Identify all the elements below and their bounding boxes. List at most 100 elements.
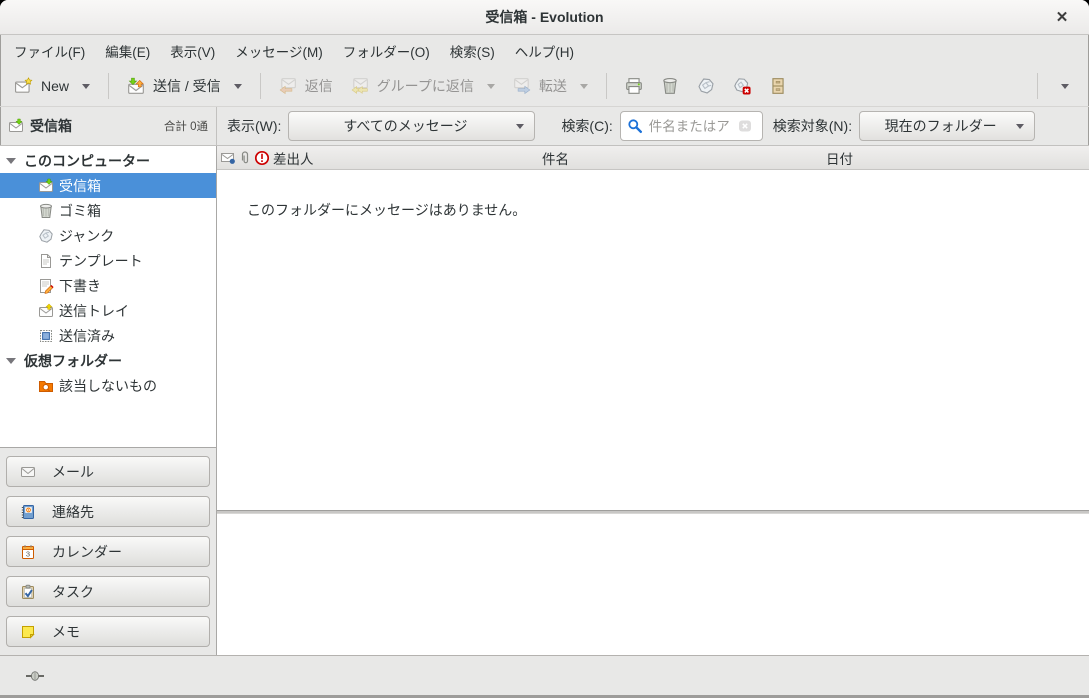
show-filter-value: すべてのメッセージ bbox=[299, 116, 511, 136]
trash-icon bbox=[38, 203, 54, 219]
sidebar-item-unmatched[interactable]: 該当しないもの bbox=[0, 373, 216, 398]
send-receive-dropdown-arrow-icon[interactable] bbox=[234, 84, 242, 89]
sidebar-item-label: テンプレート bbox=[59, 251, 143, 271]
delete-button[interactable] bbox=[652, 72, 688, 100]
toolbar-separator bbox=[108, 73, 109, 99]
forward-dropdown-arrow-icon[interactable] bbox=[580, 84, 588, 89]
toolbar-overflow-button[interactable] bbox=[1047, 79, 1083, 94]
new-message-button[interactable]: New bbox=[6, 72, 99, 100]
menu-file[interactable]: ファイル(F) bbox=[4, 36, 95, 66]
show-filter-arrow-icon bbox=[516, 124, 524, 129]
window-title: 受信箱 - Evolution bbox=[485, 7, 603, 27]
send-receive-button[interactable]: 送信 / 受信 bbox=[118, 71, 251, 101]
junk-icon bbox=[38, 228, 54, 244]
junk-button[interactable] bbox=[688, 72, 724, 100]
sidebar-item-junk[interactable]: ジャンク bbox=[0, 223, 216, 248]
search-box bbox=[620, 111, 763, 141]
menu-edit[interactable]: 編集(E) bbox=[95, 36, 160, 66]
reply-group-label: グループに返信 bbox=[377, 76, 474, 96]
search-scope-value: 現在のフォルダー bbox=[870, 116, 1011, 136]
switcher-tasks-button[interactable]: タスク bbox=[6, 576, 210, 607]
search-scope-label: 検索対象(N): bbox=[773, 116, 852, 136]
filter-controls: 表示(W): すべてのメッセージ 検索(C): 検索対象(N): 現在のフォルダ… bbox=[217, 107, 1089, 145]
reply-group-button[interactable]: グループに返信 bbox=[342, 71, 504, 101]
close-button[interactable]: ✕ bbox=[1051, 7, 1073, 29]
print-icon bbox=[625, 77, 643, 95]
reply-button[interactable]: 返信 bbox=[270, 71, 342, 101]
switcher-mail-button[interactable]: メール bbox=[6, 456, 210, 487]
component-switcher: メール 連絡先 3 カレンダー bbox=[0, 448, 216, 655]
forward-label: 転送 bbox=[539, 76, 567, 96]
menu-folder[interactable]: フォルダー(O) bbox=[333, 36, 440, 66]
switcher-label: タスク bbox=[52, 582, 94, 602]
sidebar: このコンピューター 受信箱 ゴミ箱 bbox=[0, 146, 217, 655]
expander-icon[interactable] bbox=[6, 358, 16, 364]
not-junk-button[interactable] bbox=[724, 72, 760, 100]
new-dropdown-arrow-icon[interactable] bbox=[82, 84, 90, 89]
message-list[interactable]: このフォルダーにメッセージはありません。 bbox=[217, 170, 1089, 510]
search-scope-dropdown[interactable]: 現在のフォルダー bbox=[859, 111, 1035, 141]
switcher-memos-button[interactable]: メモ bbox=[6, 616, 210, 647]
current-folder-header: 受信箱 合計 0通 bbox=[0, 107, 217, 145]
sidebar-item-drafts[interactable]: 下書き bbox=[0, 273, 216, 298]
reply-label: 返信 bbox=[305, 76, 333, 96]
tasks-icon bbox=[20, 584, 36, 600]
forward-button[interactable]: 転送 bbox=[504, 71, 597, 101]
titlebar: 受信箱 - Evolution ✕ bbox=[0, 0, 1089, 35]
sidebar-item-trash[interactable]: ゴミ箱 bbox=[0, 198, 216, 223]
online-status-icon[interactable] bbox=[22, 667, 48, 685]
expander-icon[interactable] bbox=[6, 158, 16, 164]
search-folder-icon bbox=[38, 378, 54, 394]
print-button[interactable] bbox=[616, 72, 652, 100]
menu-help[interactable]: ヘルプ(H) bbox=[505, 36, 584, 66]
archive-button[interactable] bbox=[760, 72, 796, 100]
folder-bar: 受信箱 合計 0通 表示(W): すべてのメッセージ 検索(C): 検索対象(N… bbox=[0, 107, 1089, 146]
sidebar-item-sent[interactable]: 送信済み bbox=[0, 323, 216, 348]
sidebar-item-label: 送信トレイ bbox=[59, 301, 129, 321]
empty-folder-message: このフォルダーにメッセージはありません。 bbox=[247, 200, 526, 220]
calendar-icon: 3 bbox=[20, 544, 36, 560]
menu-view[interactable]: 表示(V) bbox=[160, 36, 225, 66]
message-pane: 差出人 件名 日付 このフォルダーにメッセージはありません。 bbox=[217, 146, 1089, 655]
not-junk-icon bbox=[733, 77, 751, 95]
svg-text:3: 3 bbox=[26, 549, 30, 558]
attachment-icon bbox=[237, 150, 253, 166]
preview-pane[interactable] bbox=[217, 514, 1089, 655]
tree-group-search-folders[interactable]: 仮想フォルダー bbox=[0, 348, 216, 373]
sidebar-item-inbox[interactable]: 受信箱 bbox=[0, 173, 216, 198]
switcher-contacts-button[interactable]: 連絡先 bbox=[6, 496, 210, 527]
sent-icon bbox=[38, 328, 54, 344]
show-filter-dropdown[interactable]: すべてのメッセージ bbox=[288, 111, 535, 141]
switcher-calendar-button[interactable]: 3 カレンダー bbox=[6, 536, 210, 567]
overflow-arrow-icon bbox=[1061, 84, 1069, 89]
main-toolbar: New 送信 / 受信 返信 グループに返信 bbox=[0, 66, 1089, 107]
attachment-column-icon[interactable] bbox=[237, 146, 253, 170]
sidebar-item-outbox[interactable]: 送信トレイ bbox=[0, 298, 216, 323]
menu-bar: ファイル(F) 編集(E) 表示(V) メッセージ(M) フォルダー(O) 検索… bbox=[0, 35, 1089, 66]
forward-icon bbox=[513, 77, 531, 95]
read-status-column-icon[interactable] bbox=[220, 146, 236, 170]
switcher-label: メモ bbox=[52, 622, 80, 642]
search-label: 検索(C): bbox=[561, 116, 612, 136]
search-input[interactable] bbox=[649, 119, 731, 134]
status-bar bbox=[0, 655, 1089, 698]
read-status-icon bbox=[220, 150, 236, 166]
send-receive-icon bbox=[127, 77, 145, 95]
trash-icon bbox=[661, 77, 679, 95]
column-header-from[interactable]: 差出人 bbox=[273, 146, 314, 170]
evolution-window: 受信箱 - Evolution ✕ ファイル(F) 編集(E) 表示(V) メッ… bbox=[0, 0, 1089, 698]
menu-search[interactable]: 検索(S) bbox=[440, 36, 505, 66]
tree-group-this-computer[interactable]: このコンピューター bbox=[0, 148, 216, 173]
sidebar-item-templates[interactable]: テンプレート bbox=[0, 248, 216, 273]
clear-search-icon[interactable] bbox=[737, 118, 753, 134]
menu-message[interactable]: メッセージ(M) bbox=[225, 36, 332, 66]
column-header-subject[interactable]: 件名 bbox=[542, 146, 569, 170]
sidebar-item-label: 下書き bbox=[59, 276, 101, 296]
folder-total-count: 合計 0通 bbox=[164, 118, 208, 134]
column-header-date[interactable]: 日付 bbox=[826, 146, 853, 170]
inbox-icon bbox=[38, 178, 54, 194]
reply-group-dropdown-arrow-icon[interactable] bbox=[487, 84, 495, 89]
inbox-icon bbox=[8, 118, 24, 134]
switcher-label: メール bbox=[52, 462, 94, 482]
priority-column-icon[interactable] bbox=[254, 146, 270, 170]
